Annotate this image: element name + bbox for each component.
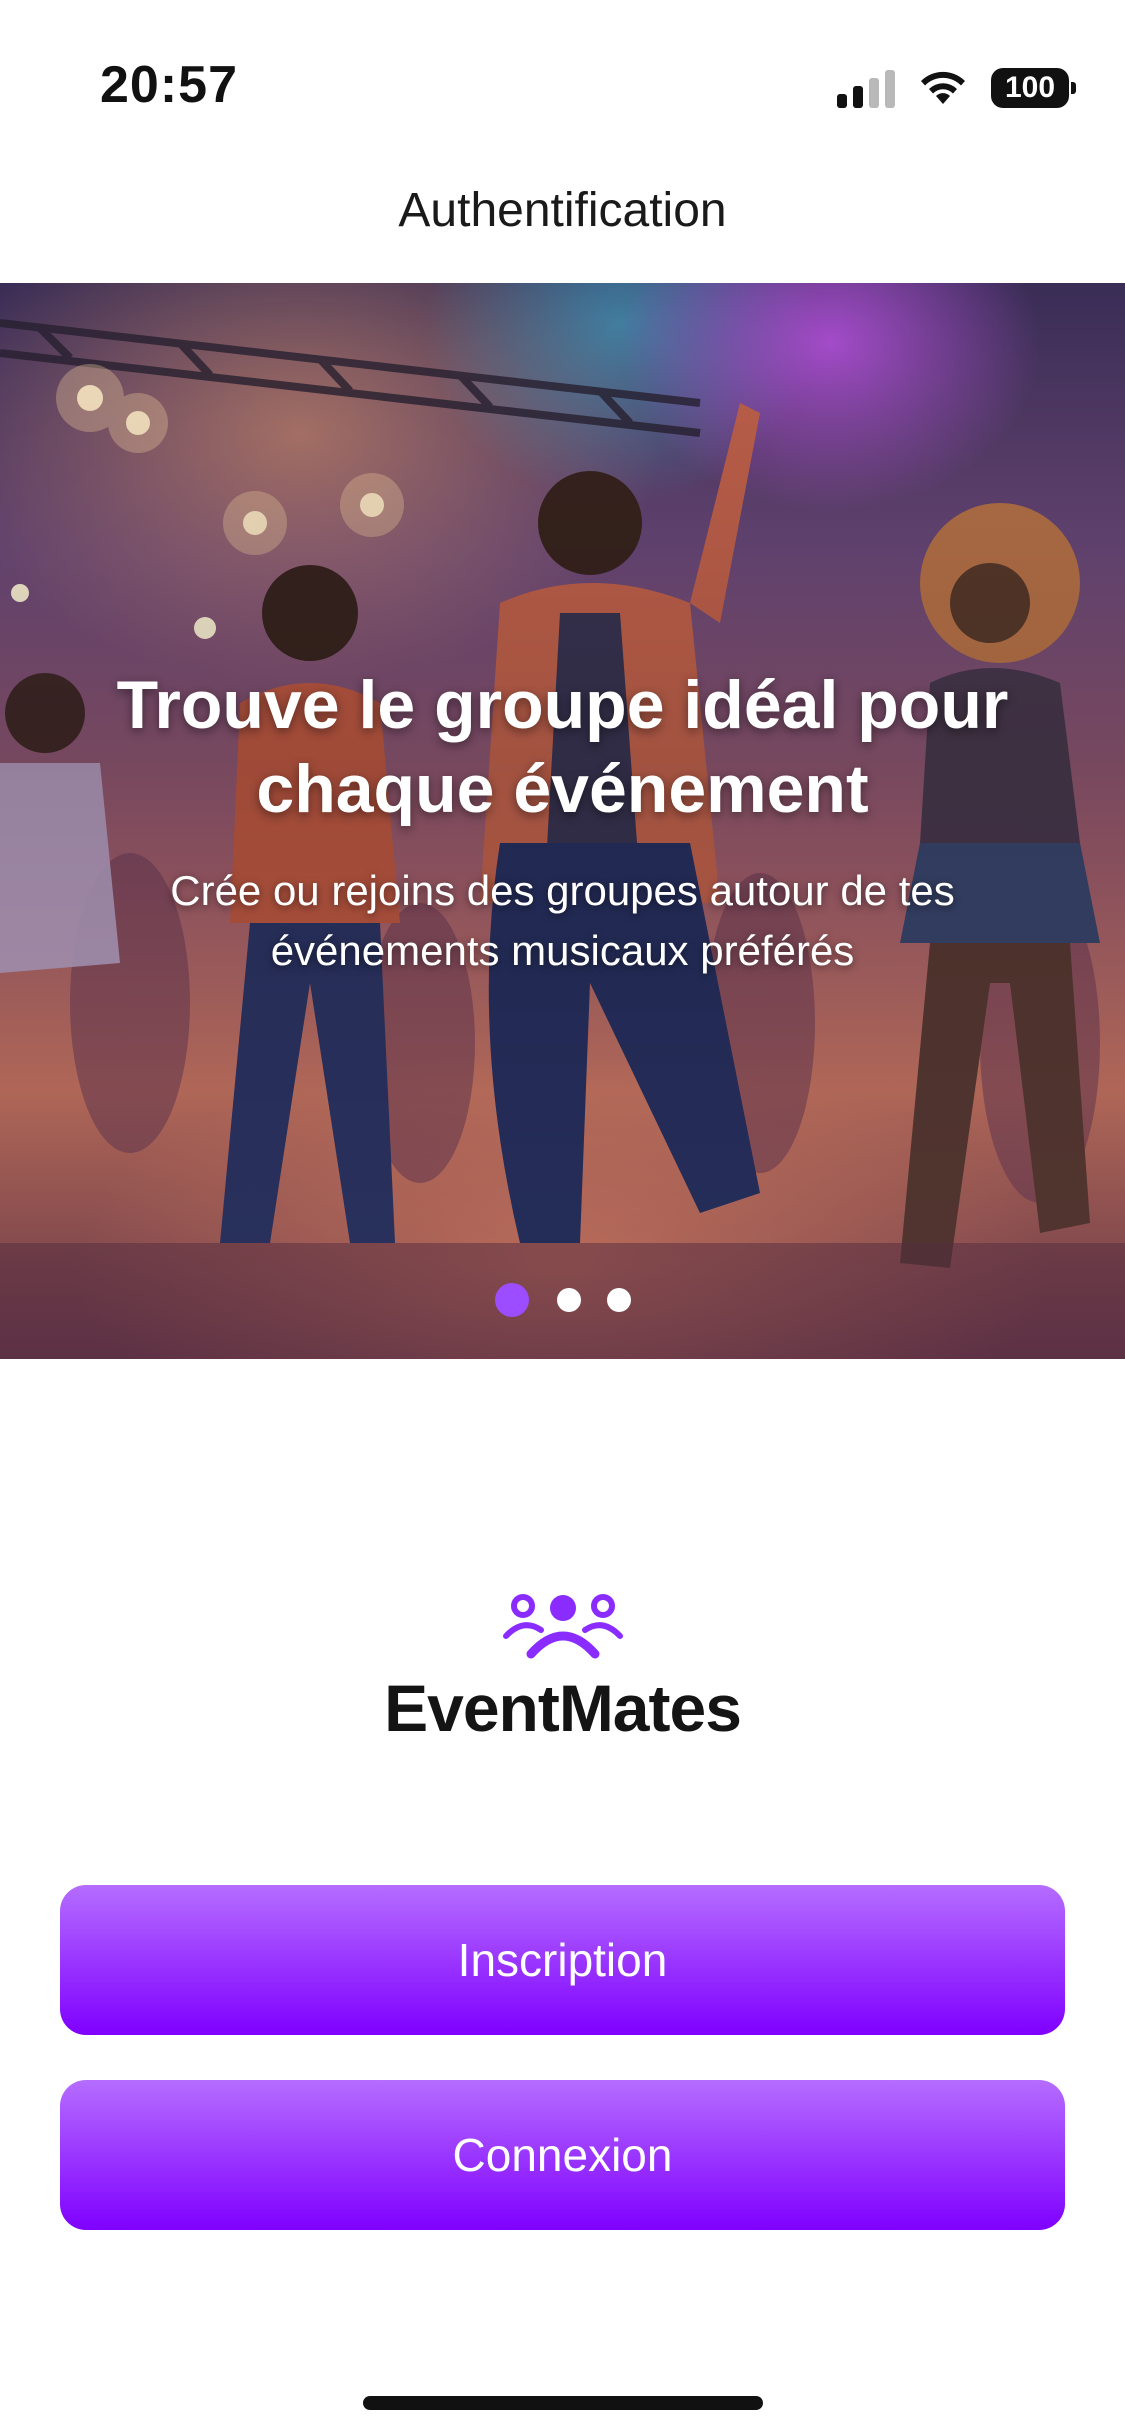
carousel-dot-1[interactable] <box>494 1283 529 1317</box>
home-indicator[interactable] <box>363 2396 763 2410</box>
wifi-icon <box>921 71 965 104</box>
signal-icon <box>837 68 895 108</box>
login-button[interactable]: Connexion <box>60 2080 1065 2230</box>
brand-name: EventMates <box>384 1671 742 1745</box>
signup-button[interactable]: Inscription <box>60 1885 1065 2035</box>
status-icons: 100 <box>837 66 1076 110</box>
brand-logo: EventMates <box>0 1590 1125 1746</box>
hero-carousel[interactable]: Trouve le groupe idéal pour chaque événe… <box>0 283 1125 1359</box>
status-time: 20:57 <box>100 56 238 114</box>
status-bar: 20:57 100 <box>0 0 1125 170</box>
carousel-dot-3[interactable] <box>606 1288 631 1312</box>
hero-subtitle: Crée ou rejoins des groupes autour de te… <box>170 867 955 974</box>
carousel-dot-2[interactable] <box>556 1288 581 1312</box>
page-title: Authentification <box>398 184 727 237</box>
carousel-dots <box>0 1283 1125 1317</box>
battery-level: 100 <box>1004 71 1056 104</box>
battery-icon: 100 <box>991 68 1076 108</box>
hero-title: Trouve le groupe idéal pour chaque événe… <box>116 667 1009 827</box>
group-people-icon <box>502 1594 623 1659</box>
